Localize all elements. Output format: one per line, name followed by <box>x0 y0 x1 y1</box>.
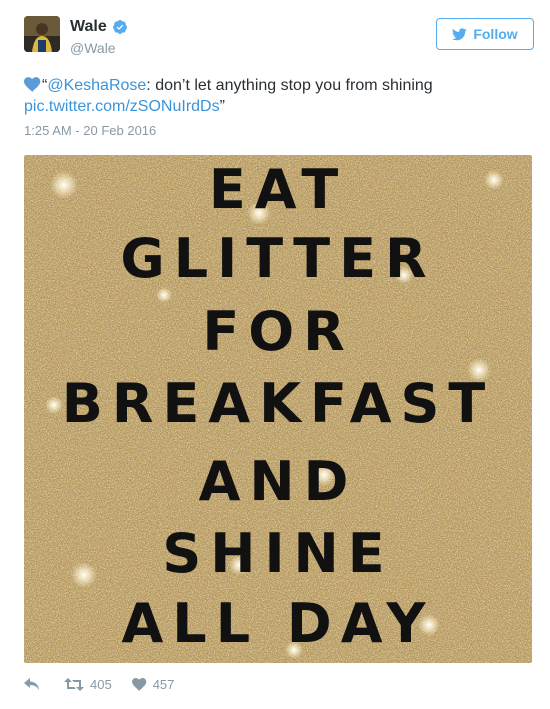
like-button[interactable]: 457 <box>131 676 175 692</box>
poster-line-breakfast: BREAKFAST <box>61 372 495 435</box>
display-name[interactable]: Wale <box>70 18 107 36</box>
tweet-media-image[interactable]: EAT GLITTER FOR BREAKFAST AND SHINE ALL … <box>24 155 532 663</box>
twitter-bird-icon <box>452 27 468 40</box>
tweet-actions: 405 457 <box>24 674 174 694</box>
reply-button[interactable] <box>24 677 40 691</box>
retweet-icon <box>64 677 84 691</box>
poster-line-and: AND <box>198 450 358 513</box>
follow-label: Follow <box>473 26 518 42</box>
tweet-body: : don’t let anything stop you from shini… <box>146 77 433 94</box>
verified-badge-icon <box>112 20 127 34</box>
user-handle[interactable]: @Wale <box>70 40 116 56</box>
tweet-text: “@KeshaRose: don’t let anything stop you… <box>24 75 524 117</box>
poster-line-all-day: ALL DAY <box>121 592 435 655</box>
tweet-header: Wale @Wale Follow <box>24 16 534 60</box>
poster-line-glitter: GLITTER <box>120 227 436 290</box>
like-count: 457 <box>152 676 175 692</box>
pic-link[interactable]: pic.twitter.com/zSONuIrdDs <box>24 98 220 115</box>
poster-line-eat: EAT <box>208 158 348 221</box>
quote-close: ” <box>219 98 225 115</box>
poster-line-shine: SHINE <box>162 522 394 585</box>
poster-text: EAT GLITTER FOR BREAKFAST AND SHINE ALL … <box>24 155 532 663</box>
follow-button[interactable]: Follow <box>436 18 534 50</box>
retweet-button[interactable]: 405 <box>64 677 112 692</box>
name-row: Wale <box>70 18 128 36</box>
mention-link[interactable]: @KeshaRose <box>47 77 146 94</box>
retweet-count: 405 <box>90 676 112 692</box>
heart-icon <box>131 677 147 691</box>
poster-line-for: FOR <box>202 300 354 363</box>
tweet-card: Wale @Wale Follow “@KeshaRose: don’t let… <box>0 0 550 709</box>
avatar[interactable] <box>24 16 60 52</box>
reply-icon <box>24 677 39 690</box>
blue-heart-icon <box>24 77 41 92</box>
timestamp[interactable]: 1:25 AM - 20 Feb 2016 <box>24 123 156 138</box>
